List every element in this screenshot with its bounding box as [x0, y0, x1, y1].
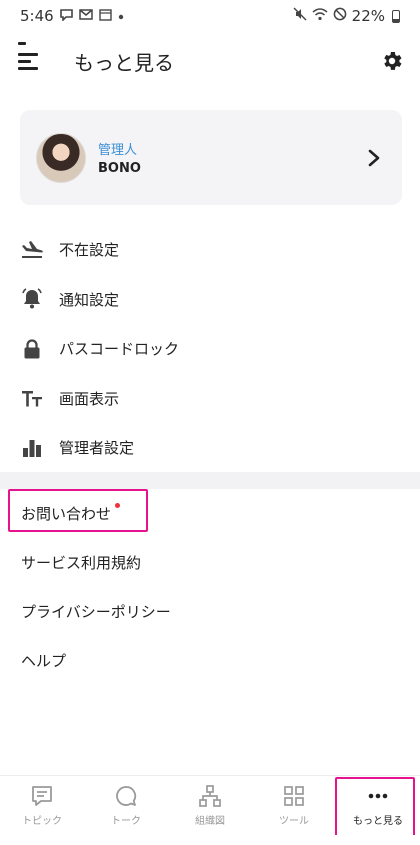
chat-icon — [59, 8, 73, 25]
menu-label: サービス利用規約 — [21, 554, 142, 572]
tab-label: 組織図 — [195, 816, 225, 827]
status-time: 5:46 — [20, 7, 54, 25]
tab-label: もっと見る — [353, 816, 403, 827]
menu-label: プライバシーポリシー — [21, 603, 171, 621]
menu-item-passcode[interactable]: パスコードロック — [0, 324, 420, 374]
gear-icon — [384, 52, 402, 70]
support-menu: お問い合わせ サービス利用規約 プライバシーポリシー ヘルプ — [0, 489, 420, 685]
profile-card[interactable]: 管理人 BONO — [20, 110, 402, 205]
org-chart-icon — [198, 784, 222, 808]
menu-item-display[interactable]: 画面表示 — [0, 374, 420, 424]
more-dots-icon — [366, 784, 390, 808]
menu-item-terms[interactable]: サービス利用規約 — [0, 538, 420, 587]
profile-role: 管理人 — [98, 143, 138, 158]
bar-chart-icon — [20, 436, 44, 460]
tab-label: トーク — [111, 816, 141, 827]
tab-label: トピック — [22, 816, 62, 827]
wifi-icon — [312, 7, 328, 25]
airplane-landing-icon — [20, 238, 44, 262]
tab-talk[interactable]: トーク — [84, 776, 168, 835]
mail-icon — [78, 8, 93, 24]
menu-item-privacy[interactable]: プライバシーポリシー — [0, 587, 420, 636]
bottom-strip — [0, 835, 420, 845]
chevron-right-icon — [368, 149, 380, 166]
menu-item-help[interactable]: ヘルプ — [0, 636, 420, 685]
chat-bubble-icon — [114, 784, 138, 808]
status-left: 5:46 — [20, 7, 124, 25]
settings-button[interactable] — [380, 49, 404, 73]
menu-label: 画面表示 — [59, 389, 120, 408]
menu-label: 不在設定 — [59, 241, 120, 260]
tab-tools[interactable]: ツール — [252, 776, 336, 835]
menu-label: 管理者設定 — [59, 439, 135, 458]
menu-label: ヘルプ — [21, 652, 67, 670]
profile-name: BONO — [98, 161, 141, 176]
menu-label: 通知設定 — [59, 290, 120, 309]
tab-more[interactable]: もっと見る — [336, 776, 420, 835]
section-divider — [0, 472, 420, 489]
avatar — [36, 132, 86, 183]
status-bar: 5:46 22% — [0, 0, 420, 32]
settings-menu: 不在設定 通知設定 パスコードロック 画面表示 管理者設定 — [0, 225, 420, 473]
profile-text: 管理人 BONO — [98, 139, 141, 176]
menu-label: パスコードロック — [59, 340, 180, 359]
battery-text: 22% — [351, 7, 385, 25]
calendar-icon — [98, 8, 112, 25]
topic-icon — [30, 784, 54, 808]
hamburger-menu-button[interactable] — [18, 42, 40, 70]
tab-topic[interactable]: トピック — [0, 776, 84, 835]
menu-item-contact[interactable]: お問い合わせ — [0, 489, 420, 538]
battery-icon — [392, 9, 400, 23]
new-badge-dot — [115, 503, 121, 508]
grid-icon — [282, 784, 306, 808]
dnd-icon — [333, 7, 347, 25]
lock-icon — [20, 337, 44, 361]
status-right: 22% — [293, 7, 400, 25]
menu-item-notification[interactable]: 通知設定 — [0, 275, 420, 325]
mute-icon — [293, 7, 307, 25]
page-title: もっと見る — [74, 50, 174, 75]
bottom-tab-bar: トピック トーク 組織図 ツール もっと見る — [0, 775, 420, 835]
notification-dot — [18, 42, 26, 45]
menu-item-absence[interactable]: 不在設定 — [0, 225, 420, 275]
menu-item-admin[interactable]: 管理者設定 — [0, 423, 420, 473]
dot-icon — [118, 9, 124, 24]
header: もっと見る — [0, 38, 420, 84]
tab-label: ツール — [279, 816, 309, 827]
text-size-icon — [20, 386, 44, 410]
bell-icon — [20, 287, 44, 311]
tab-org-chart[interactable]: 組織図 — [168, 776, 252, 835]
menu-label: お問い合わせ — [21, 505, 112, 523]
